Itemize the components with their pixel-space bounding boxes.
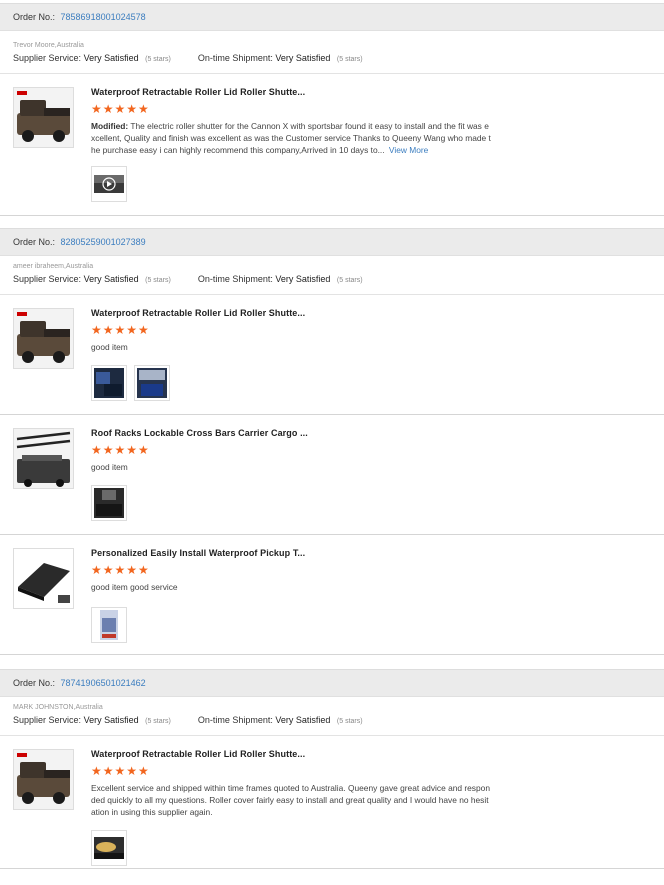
product-title[interactable]: Waterproof Retractable Roller Lid Roller… bbox=[91, 87, 305, 97]
review-item: Roof Racks Lockable Cross Bars Carrier C… bbox=[0, 415, 664, 535]
review-comment: good item bbox=[91, 462, 128, 472]
order-number-link[interactable]: 82805259001027389 bbox=[61, 237, 146, 247]
product-thumbnail[interactable] bbox=[13, 308, 74, 369]
review-photos bbox=[91, 830, 127, 866]
order-header: Order No.: 78741906501021462 bbox=[0, 670, 664, 697]
service-ratings: Supplier Service: Very Satisfied (5 star… bbox=[0, 712, 664, 727]
supplier-service-label: Supplier Service: bbox=[13, 274, 82, 284]
review-photo[interactable] bbox=[134, 365, 170, 401]
product-thumbnail[interactable] bbox=[13, 428, 74, 489]
rating-stars: ★★★★★ bbox=[91, 323, 150, 337]
review-comment: Excellent service and shipped within tim… bbox=[91, 783, 490, 817]
review-photos bbox=[91, 485, 127, 521]
comment-text: The electric roller shutter for the Cann… bbox=[91, 121, 491, 155]
rating-stars: ★★★★★ bbox=[91, 443, 150, 457]
product-thumbnail[interactable] bbox=[13, 87, 74, 148]
order-label: Order No.: bbox=[13, 678, 56, 688]
order-number-link[interactable]: 78586918001024578 bbox=[61, 12, 146, 22]
shipment-note: (5 stars) bbox=[336, 718, 363, 725]
shipment-value: Very Satisfied bbox=[275, 53, 331, 63]
shipment-label: On-time Shipment: bbox=[197, 53, 273, 63]
order-header: Order No.: 78586918001024578 bbox=[0, 4, 664, 31]
supplier-service-value: Very Satisfied bbox=[83, 715, 139, 725]
review-photos bbox=[91, 365, 170, 401]
shipment-value: Very Satisfied bbox=[275, 274, 331, 284]
shipment-label: On-time Shipment: bbox=[197, 715, 273, 725]
review-photo[interactable] bbox=[91, 365, 127, 401]
supplier-service-note: (5 stars) bbox=[145, 56, 171, 63]
product-title[interactable]: Waterproof Retractable Roller Lid Roller… bbox=[91, 749, 305, 759]
supplier-service-note: (5 stars) bbox=[145, 718, 171, 725]
service-ratings: Supplier Service: Very Satisfied (5 star… bbox=[0, 271, 664, 286]
order-block: Order No.: 82805259001027389 ameer ibrah… bbox=[0, 228, 664, 655]
product-title[interactable]: Personalized Easily Install Waterproof P… bbox=[91, 548, 305, 558]
buyer-name: MARK JOHNSTON,Australia bbox=[13, 704, 103, 711]
order-header: Order No.: 82805259001027389 bbox=[0, 229, 664, 256]
rating-stars: ★★★★★ bbox=[91, 764, 150, 778]
order-number-link[interactable]: 78741906501021462 bbox=[61, 678, 146, 688]
order-block: Order No.: 78586918001024578 Trevor Moor… bbox=[0, 3, 664, 216]
order-label: Order No.: bbox=[13, 237, 56, 247]
review-comment: Modified: The electric roller shutter fo… bbox=[91, 120, 493, 156]
review-photos bbox=[91, 166, 127, 202]
shipment-note: (5 stars) bbox=[336, 277, 363, 284]
review-comment: good item good service bbox=[91, 582, 178, 592]
shipment-label: On-time Shipment: bbox=[197, 274, 273, 284]
review-photos bbox=[91, 607, 127, 643]
order-block: Order No.: 78741906501021462 MARK JOHNST… bbox=[0, 669, 664, 869]
supplier-service-note: (5 stars) bbox=[145, 277, 171, 284]
review-photo[interactable] bbox=[91, 485, 127, 521]
modified-prefix: Modified: bbox=[91, 121, 129, 131]
shipment-value: Very Satisfied bbox=[275, 715, 331, 725]
review-video-thumbnail[interactable] bbox=[91, 166, 127, 202]
review-item: Waterproof Retractable Roller Lid Roller… bbox=[0, 74, 664, 216]
review-item: Waterproof Retractable Roller Lid Roller… bbox=[0, 295, 664, 415]
rating-stars: ★★★★★ bbox=[91, 102, 150, 116]
service-ratings: Supplier Service: Very Satisfied (5 star… bbox=[0, 50, 664, 65]
review-photo[interactable] bbox=[91, 830, 127, 866]
review-comment: good item bbox=[91, 342, 128, 352]
supplier-service-value: Very Satisfied bbox=[83, 53, 139, 63]
supplier-service-value: Very Satisfied bbox=[83, 274, 139, 284]
product-thumbnail[interactable] bbox=[13, 548, 74, 609]
buyer-name: Trevor Moore,Australia bbox=[13, 42, 84, 49]
supplier-service-label: Supplier Service: bbox=[13, 715, 82, 725]
product-thumbnail[interactable] bbox=[13, 749, 74, 810]
view-more-link[interactable]: View More bbox=[389, 145, 428, 155]
shipment-note: (5 stars) bbox=[336, 56, 363, 63]
product-title[interactable]: Roof Racks Lockable Cross Bars Carrier C… bbox=[91, 428, 308, 438]
order-label: Order No.: bbox=[13, 12, 56, 22]
buyer-name: ameer ibraheem,Australia bbox=[13, 263, 94, 270]
supplier-service-label: Supplier Service: bbox=[13, 53, 82, 63]
review-item: Waterproof Retractable Roller Lid Roller… bbox=[0, 736, 664, 869]
review-photo[interactable] bbox=[91, 607, 127, 643]
rating-stars: ★★★★★ bbox=[91, 563, 150, 577]
product-title[interactable]: Waterproof Retractable Roller Lid Roller… bbox=[91, 308, 305, 318]
review-item: Personalized Easily Install Waterproof P… bbox=[0, 535, 664, 655]
